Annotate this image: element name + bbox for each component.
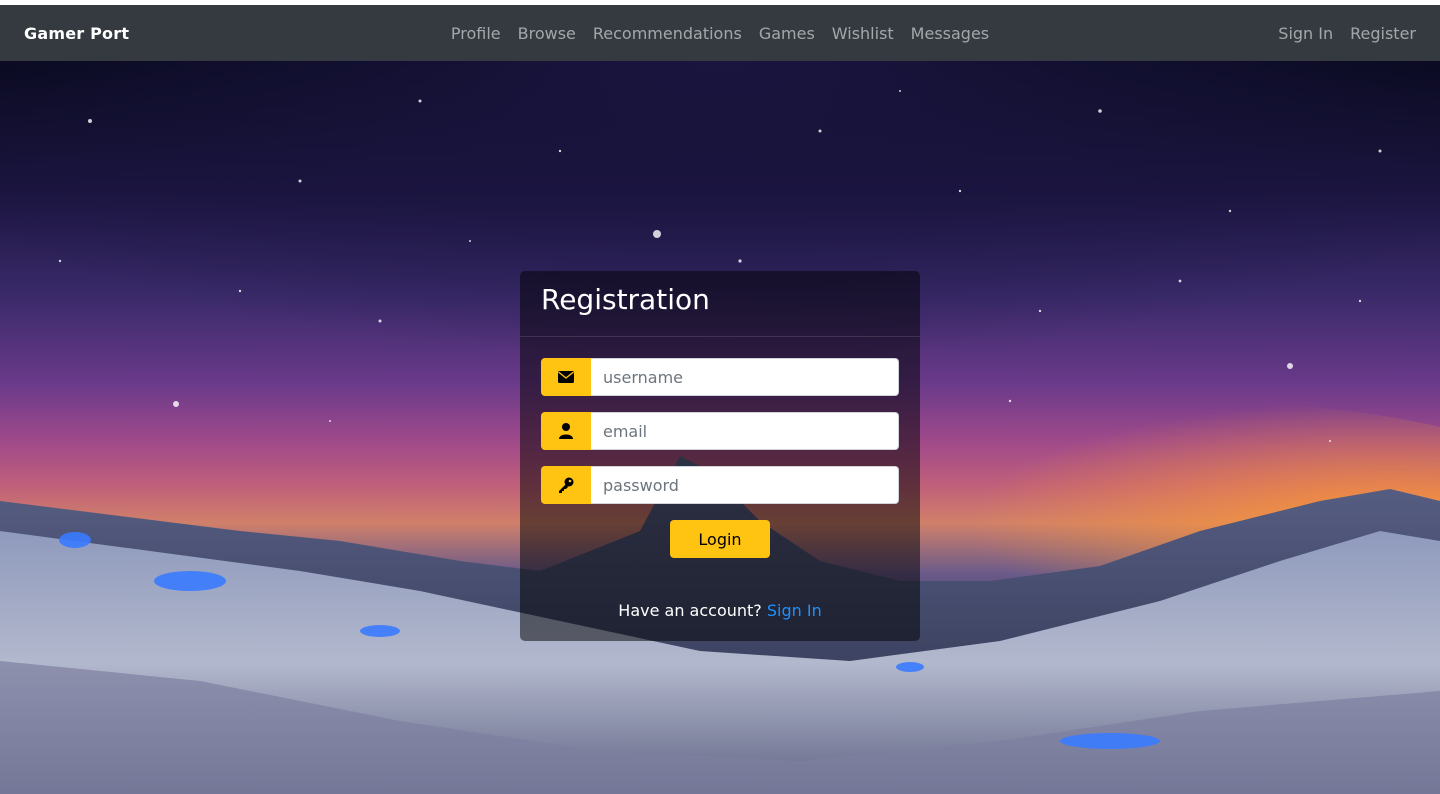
username-input[interactable] (591, 358, 899, 396)
registration-card: Registration Login (520, 271, 920, 641)
nav-link-recommendations[interactable]: Recommendations (593, 24, 742, 43)
key-icon (541, 466, 591, 504)
email-field (541, 412, 899, 450)
nav-link-sign-in[interactable]: Sign In (1278, 24, 1333, 43)
user-icon (541, 412, 591, 450)
nav-auth-links: Sign In Register (1278, 24, 1416, 43)
card-header: Registration (520, 271, 920, 337)
have-account-text: Have an account? (618, 601, 762, 620)
login-button[interactable]: Login (670, 520, 770, 558)
nav-link-register[interactable]: Register (1350, 24, 1416, 43)
nav-link-profile[interactable]: Profile (451, 24, 501, 43)
username-field (541, 358, 899, 396)
password-input[interactable] (591, 466, 899, 504)
sign-in-link[interactable]: Sign In (767, 601, 822, 620)
email-input[interactable] (591, 412, 899, 450)
brand-logo[interactable]: Gamer Port (24, 24, 129, 43)
nav-link-browse[interactable]: Browse (518, 24, 576, 43)
nav-link-messages[interactable]: Messages (911, 24, 989, 43)
card-footer: Have an account? Sign In (520, 601, 920, 620)
nav-links: Profile Browse Recommendations Games Wis… (0, 5, 1440, 61)
envelope-icon (541, 358, 591, 396)
password-field (541, 466, 899, 504)
page-title: Registration (541, 283, 710, 316)
navbar: Gamer Port Profile Browse Recommendation… (0, 5, 1440, 61)
nav-link-wishlist[interactable]: Wishlist (832, 24, 894, 43)
nav-link-games[interactable]: Games (759, 24, 815, 43)
